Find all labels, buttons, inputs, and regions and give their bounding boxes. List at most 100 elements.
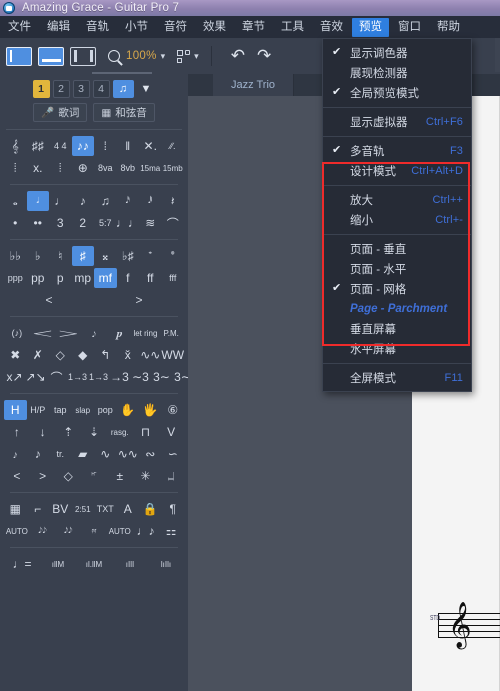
scrollbar-stub[interactable] (495, 38, 500, 72)
palette-cell-12-1[interactable]: ♪ (27, 444, 50, 464)
menu-option-7[interactable]: 缩小 Ctrl+- (323, 210, 471, 230)
palette-cell-14-5[interactable]: A (117, 499, 140, 519)
palette-cell-2-7[interactable]: 𝄽 (162, 191, 185, 211)
palette-cell-1-7[interactable]: 15mb (162, 158, 185, 178)
chevron-updown-icon[interactable]: ▾ (161, 52, 166, 61)
palette-cell-10-7[interactable]: ⑥ (162, 400, 185, 420)
palette-cell-4-7[interactable]: 𝆵 (162, 246, 185, 266)
palette-cell-7-4[interactable]: 𝆏 (107, 323, 133, 343)
palette-cell-9-3[interactable]: 1→3 (67, 367, 88, 387)
palette-cell-11-5[interactable]: ⊓ (133, 422, 159, 442)
palette-cell-9-0[interactable]: x↗ (4, 367, 25, 387)
menu-item-2[interactable]: 音轨 (79, 18, 116, 37)
palette-cell-6-1[interactable]: > (94, 290, 184, 310)
palette-cell-3-4[interactable]: 5:7 (94, 213, 117, 233)
palette-cell-10-3[interactable]: slap (72, 400, 95, 420)
palette-cell-15-4[interactable]: AUTO (107, 521, 133, 541)
palette-cell-15-1[interactable]: 𝅘𝅥𝅮𝅘𝅥𝅮 (30, 521, 56, 541)
menu-item-9[interactable]: 预览 (352, 17, 389, 37)
menu-option-5[interactable]: 设计模式 Ctrl+Alt+D (323, 161, 471, 181)
palette-cell-5-0[interactable]: ppp (4, 268, 27, 288)
menu-option-14[interactable]: 全屏模式 F11 (323, 368, 471, 388)
palette-cell-0-4[interactable]: ⁞ (94, 136, 117, 156)
menu-item-7[interactable]: 工具 (274, 18, 311, 37)
menu-option-0[interactable]: ✔ 显示调色器 (323, 43, 471, 63)
palette-cell-14-7[interactable]: ¶ (162, 499, 185, 519)
palette-cell-14-1[interactable]: ⌐ (27, 499, 50, 519)
palette-cell-10-4[interactable]: pop (94, 400, 117, 420)
palette-cell-2-2[interactable]: ♩ (49, 191, 72, 211)
palette-cell-1-3[interactable]: ⊕ (72, 158, 95, 178)
palette-cell-2-0[interactable]: 𝅝 (4, 191, 27, 211)
menu-item-0[interactable]: 文件 (1, 18, 38, 37)
palette-cell-15-6[interactable]: ⚏ (158, 521, 184, 541)
palette-cell-8-7[interactable]: WW (161, 345, 184, 365)
palette-cell-11-4[interactable]: rasg. (107, 422, 133, 442)
palette-cell-5-1[interactable]: pp (27, 268, 50, 288)
palette-cell-4-4[interactable]: 𝄪 (94, 246, 117, 266)
view-horizontal-split-button[interactable] (38, 46, 64, 66)
palette-cell-13-2[interactable]: ◇ (55, 466, 81, 486)
palette-cell-5-3[interactable]: mp (72, 268, 95, 288)
palette-cell-10-2[interactable]: tap (49, 400, 72, 420)
menu-item-5[interactable]: 效果 (196, 18, 233, 37)
palette-cell-1-0[interactable]: ⦙ (4, 158, 27, 178)
palette-cell-7-3[interactable]: 𝆕 (81, 323, 107, 343)
palette-cell-15-3[interactable]: 𝄿𝄿 (81, 521, 107, 541)
palette-cell-0-5[interactable]: ‖ (117, 136, 140, 156)
palette-cell-2-6[interactable]: 𝅘𝅥𝅱 (139, 191, 162, 211)
menu-option-12[interactable]: 垂直屏幕 (323, 319, 471, 339)
redo-arrow-icon[interactable]: ↷ (257, 47, 271, 65)
palette-cell-7-5[interactable]: let ring (133, 323, 159, 343)
palette-cell-16-3[interactable]: ıIlI (112, 554, 148, 574)
menu-item-10[interactable]: 窗口 (391, 18, 428, 37)
palette-cell-3-1[interactable]: •• (27, 213, 50, 233)
palette-cell-4-1[interactable]: ♭ (27, 246, 50, 266)
palette-cell-7-6[interactable]: P.M. (158, 323, 184, 343)
palette-cell-10-0[interactable]: H (4, 400, 27, 420)
menu-option-4[interactable]: ✔ 多音轨 F3 (323, 141, 471, 161)
palette-cell-11-0[interactable]: ↑ (4, 422, 30, 442)
palette-cell-12-0[interactable]: 𝆔 (4, 444, 27, 464)
menu-item-4[interactable]: 音符 (157, 18, 194, 37)
menu-item-3[interactable]: 小节 (118, 18, 155, 37)
palette-cell-0-3[interactable]: ♪♪ (71, 136, 94, 156)
palette-cell-8-4[interactable]: ↰ (94, 345, 117, 365)
palette-cell-6-0[interactable]: < (4, 290, 94, 310)
palette-cell-10-1[interactable]: H/P (27, 400, 50, 420)
palette-cell-10-6[interactable]: 🖐 (139, 400, 162, 420)
palette-cell-14-6[interactable]: 🔒 (139, 499, 162, 519)
palette-cell-8-1[interactable]: ✗ (27, 345, 50, 365)
palette-cell-9-7[interactable]: 3∼ (151, 367, 172, 387)
palette-cell-8-6[interactable]: ∿∿ (139, 345, 162, 365)
palette-cell-9-4[interactable]: 1→3 (88, 367, 109, 387)
palette-cell-4-0[interactable]: ♭♭ (4, 246, 27, 266)
palette-cell-13-1[interactable]: > (30, 466, 56, 486)
menu-option-3[interactable]: 显示虚拟器 Ctrl+F6 (323, 112, 471, 132)
palette-cell-5-2[interactable]: p (49, 268, 72, 288)
palette-cell-13-6[interactable]: 𝆶 (158, 466, 184, 486)
palette-cell-3-5[interactable]: ♩♩ (116, 213, 140, 233)
palette-cell-5-5[interactable]: f (117, 268, 140, 288)
menu-item-1[interactable]: 编辑 (40, 18, 77, 37)
palette-cell-1-1[interactable]: x. (27, 158, 50, 178)
palette-cell-13-0[interactable]: < (4, 466, 30, 486)
palette-cell-16-0[interactable]: ♩= (4, 554, 40, 574)
lyrics-button[interactable]: 🎤 歌词 (33, 103, 88, 122)
chord-button[interactable]: ▦ 和弦音 (93, 103, 155, 122)
palette-cell-14-0[interactable]: ▦ (4, 499, 27, 519)
palette-cell-8-2[interactable]: ◇ (49, 345, 72, 365)
palette-cell-1-4[interactable]: 8va (94, 158, 117, 178)
track-button-3[interactable]: 3 (72, 80, 90, 98)
palette-cell-4-5[interactable]: ♭♯ (117, 246, 140, 266)
palette-cell-1-2[interactable]: ⦙ (49, 158, 72, 178)
palette-cell-12-7[interactable]: ∽ (162, 444, 185, 464)
palette-cell-14-3[interactable]: 2:51 (72, 499, 95, 519)
palette-cell-2-3[interactable]: ♪ (72, 191, 95, 211)
document-tab[interactable]: Jazz Trio (213, 74, 295, 96)
palette-cell-2-1[interactable]: 𝅗𝅥 (26, 191, 49, 211)
beamed-notes-icon[interactable]: ♫ (112, 80, 134, 98)
palette-cell-0-2[interactable]: 4 4 (49, 136, 72, 156)
palette-cell-0-6[interactable]: ✕. (139, 136, 162, 156)
palette-cell-4-3[interactable]: ♯ (71, 246, 94, 266)
